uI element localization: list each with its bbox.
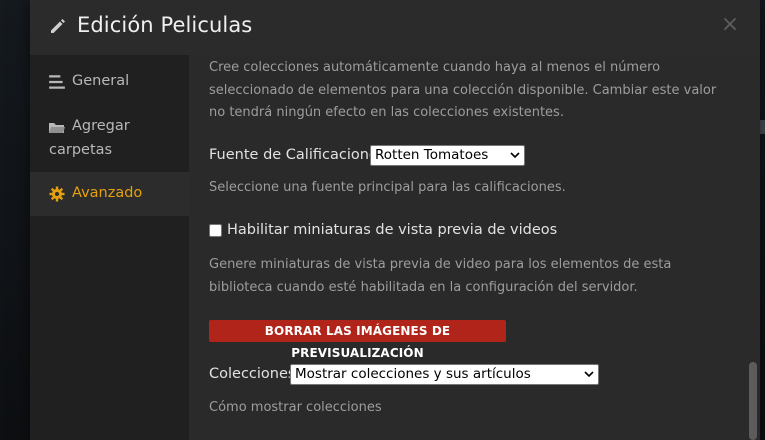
collections-value: Mostrar colecciones y sus artículos: [295, 366, 531, 382]
sidebar-item-label-line2: carpetas: [49, 142, 113, 158]
chevron-down-icon: [510, 152, 520, 159]
list-icon: [49, 75, 65, 89]
auto-collections-help: Cree colecciones automáticamente cuando …: [209, 60, 717, 120]
ratings-source-value: Rotten Tomatoes: [375, 147, 489, 163]
pencil-icon: [51, 19, 65, 33]
close-icon[interactable]: ×: [720, 13, 740, 37]
collections-help: Cómo mostrar colecciones: [209, 400, 382, 415]
folder-icon: [49, 123, 65, 133]
modal-title: Edición Peliculas: [77, 13, 253, 37]
video-thumbnails-label[interactable]: Habilitar miniaturas de vista previa de …: [227, 222, 557, 238]
video-thumbnails-help: Genere miniaturas de vista previa de vid…: [209, 257, 672, 295]
collections-label: Colecciones: [209, 366, 296, 382]
sidebar-item-advanced[interactable]: Avanzado: [30, 172, 189, 216]
sidebar-item-general[interactable]: General: [30, 65, 189, 99]
sidebar-item-add-folders[interactable]: Agregar carpetas: [30, 111, 189, 167]
ratings-source-help: Seleccione una fuente principal para las…: [209, 180, 566, 195]
ratings-source-select[interactable]: Rotten Tomatoes: [370, 145, 525, 166]
sidebar-item-label: General: [72, 73, 130, 89]
video-thumbnails-checkbox[interactable]: [209, 224, 222, 237]
sidebar-item-label: Agregar: [72, 118, 130, 134]
modal-header: Edición Peliculas ×: [30, 0, 760, 55]
advanced-settings-panel: Cree colecciones automáticamente cuando …: [189, 55, 760, 440]
collections-select[interactable]: Mostrar colecciones y sus artículos: [290, 364, 599, 385]
sidebar-item-label: Avanzado: [72, 185, 143, 201]
sidebar: General Agregar carpetas Avanzado: [30, 55, 189, 440]
edit-library-modal: Edición Peliculas × General Agregar carp…: [30, 0, 760, 440]
chevron-down-icon: [584, 371, 594, 378]
scrollbar[interactable]: [749, 362, 757, 440]
gear-icon: [49, 186, 65, 202]
ratings-source-label: Fuente de Calificaciones: [209, 147, 386, 163]
clear-preview-images-button[interactable]: BORRAR LAS IMÁGENES DE PREVISUALIZACIÓN: [209, 320, 506, 360]
